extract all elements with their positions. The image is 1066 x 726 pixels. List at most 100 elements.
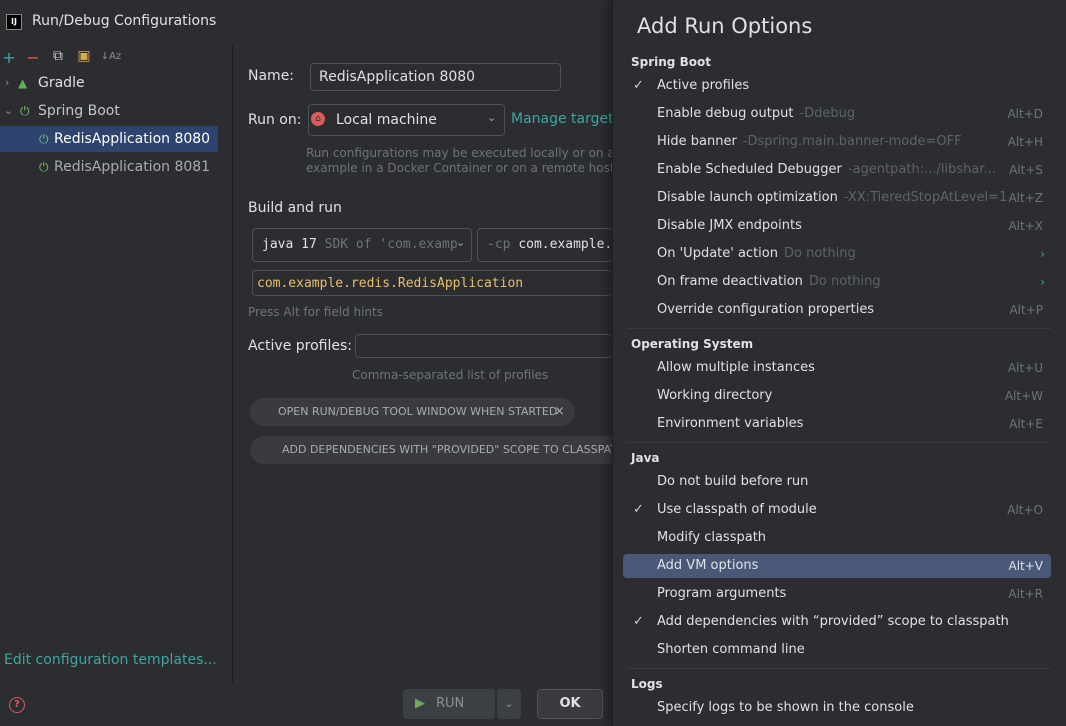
- option-shortcut: Alt+V: [1008, 559, 1043, 573]
- divider: [627, 328, 1051, 329]
- manage-targets-link[interactable]: Manage targets: [511, 111, 621, 127]
- tree-item-spring-boot[interactable]: ⌄ ⏻ Spring Boot: [0, 98, 218, 124]
- name-label: Name:: [248, 68, 295, 84]
- option-enable-scheduled-debugger[interactable]: Enable Scheduled Debugger -agentpath:.../…: [623, 158, 1051, 182]
- chevron-down-icon: ⌄: [456, 236, 466, 249]
- dialog-title-bar: IJ Run/Debug Configurations: [0, 0, 612, 44]
- gradle-elephant-icon: ▲: [18, 76, 28, 90]
- jdk-value: java 17 SDK of 'com.examp: [262, 237, 458, 252]
- chevron-down-icon: ⌄: [4, 104, 14, 117]
- option-label: Disable launch optimization -XX:TieredSto…: [657, 190, 1008, 205]
- active-profiles-hint: Comma-separated list of profiles: [352, 368, 549, 382]
- option-shortcut: Alt+D: [1007, 107, 1043, 121]
- tree-item-redis-8080[interactable]: ⏻ RedisApplication 8080: [0, 126, 218, 152]
- run-button[interactable]: ▶ RUN: [403, 689, 495, 719]
- option-label: Modify classpath: [657, 530, 767, 545]
- edit-configuration-templates-link[interactable]: Edit configuration templates...: [4, 652, 217, 668]
- ok-button[interactable]: OK: [537, 689, 603, 719]
- option-on-update-action[interactable]: On 'Update' action Do nothing ›: [623, 242, 1051, 266]
- checkmark-icon: ✓: [633, 614, 644, 629]
- run-on-hint-line-1: Run configurations may be executed local…: [306, 146, 612, 160]
- option-label: Working directory: [657, 388, 773, 403]
- option-label: Enable debug output -Ddebug: [657, 106, 856, 121]
- option-use-classpath-of-module[interactable]: ✓ Use classpath of module Alt+O: [623, 498, 1051, 522]
- option-override-configuration-properties[interactable]: Override configuration properties Alt+P: [623, 298, 1051, 322]
- option-shortcut: Alt+S: [1009, 163, 1043, 177]
- checkmark-icon: ✓: [633, 502, 644, 517]
- section-logs: Logs: [631, 677, 663, 691]
- divider: [627, 442, 1051, 443]
- classpath-select[interactable]: -cp com.example.: [477, 228, 612, 262]
- popup-title: Add Run Options: [637, 14, 813, 38]
- option-label: Specify logs to be shown in the console: [657, 700, 914, 715]
- option-label: Add dependencies with “provided” scope t…: [657, 614, 1009, 629]
- chip-provided-scope[interactable]: ADD DEPENDENCIES WITH "PROVIDED" SCOPE T…: [250, 436, 612, 464]
- run-on-value: Local machine: [336, 112, 437, 128]
- option-on-frame-deactivation[interactable]: On frame deactivation Do nothing ›: [623, 270, 1051, 294]
- option-label: Program arguments: [657, 586, 787, 601]
- help-icon[interactable]: ?: [9, 697, 25, 713]
- option-modify-classpath[interactable]: Modify classpath: [623, 526, 1051, 550]
- option-program-arguments[interactable]: Program arguments Alt+R: [623, 582, 1051, 606]
- folder-icon[interactable]: ▣: [75, 48, 93, 64]
- option-shortcut: Alt+U: [1007, 361, 1043, 375]
- jdk-select[interactable]: java 17 SDK of 'com.examp ⌄: [252, 228, 472, 262]
- spring-boot-icon: ⏻: [39, 132, 49, 146]
- tree-item-gradle[interactable]: › ▲ Gradle: [0, 70, 218, 96]
- chip-provided-scope-label: ADD DEPENDENCIES WITH "PROVIDED" SCOPE T…: [282, 443, 612, 456]
- option-hide-banner[interactable]: Hide banner -Dspring.main.banner-mode=OFF…: [623, 130, 1051, 154]
- option-label: Add VM options: [657, 558, 759, 573]
- option-allow-multiple-instances[interactable]: Allow multiple instances Alt+U: [623, 356, 1051, 380]
- home-icon: ⌂: [311, 112, 325, 126]
- add-configuration-icon[interactable]: +: [0, 48, 18, 67]
- active-profiles-input[interactable]: [355, 334, 612, 358]
- option-detail: Do nothing: [783, 246, 856, 261]
- option-shorten-command-line[interactable]: Shorten command line: [623, 638, 1051, 662]
- tree-item-redis-8081[interactable]: ⏻ RedisApplication 8081: [0, 154, 218, 180]
- option-add-vm-options[interactable]: Add VM options Alt+V: [623, 554, 1051, 578]
- chevron-right-icon: ›: [1040, 275, 1045, 289]
- run-options-dropdown[interactable]: ⌄: [497, 689, 521, 719]
- option-working-directory[interactable]: Working directory Alt+W: [623, 384, 1051, 408]
- section-spring-boot: Spring Boot: [631, 55, 711, 69]
- option-detail: -Ddebug: [799, 106, 856, 121]
- option-detail: -XX:TieredStopAtLevel=1: [843, 190, 1008, 205]
- chevron-right-icon: ›: [1040, 247, 1045, 261]
- run-on-select[interactable]: ⌂ Local machine ⌄: [308, 104, 505, 136]
- option-detail: Do nothing: [808, 274, 881, 289]
- option-disable-launch-optimization[interactable]: Disable launch optimization -XX:TieredSto…: [623, 186, 1051, 210]
- option-shortcut: Alt+X: [1008, 219, 1043, 233]
- run-on-hint-line-2: example in a Docker Container or on a re…: [306, 161, 612, 175]
- remove-configuration-icon[interactable]: −: [24, 48, 42, 67]
- tree-label-redis-8081: RedisApplication 8081: [54, 159, 211, 175]
- copy-configuration-icon[interactable]: ⧉: [49, 48, 67, 64]
- option-add-dependencies-with-provided-scope-to-classpath[interactable]: ✓ Add dependencies with “provided” scope …: [623, 610, 1051, 634]
- option-label: On frame deactivation Do nothing: [657, 274, 881, 289]
- main-class-input[interactable]: com.example.redis.RedisApplication: [252, 270, 612, 296]
- option-environment-variables[interactable]: Environment variables Alt+E: [623, 412, 1051, 436]
- option-shortcut: Alt+H: [1007, 135, 1043, 149]
- tree-label-gradle: Gradle: [38, 75, 85, 91]
- run-on-label: Run on:: [248, 112, 302, 128]
- chip-open-tool-window[interactable]: OPEN RUN/DEBUG TOOL WINDOW WHEN STARTED …: [250, 398, 575, 426]
- chevron-right-icon: ›: [5, 76, 10, 89]
- checkmark-icon: ✓: [633, 78, 644, 93]
- active-profiles-label: Active profiles:: [248, 338, 352, 354]
- option-disable-jmx-endpoints[interactable]: Disable JMX endpoints Alt+X: [623, 214, 1051, 238]
- sort-icon[interactable]: ↓Az: [100, 51, 122, 62]
- option-label: Active profiles: [657, 78, 750, 93]
- option-label: Disable JMX endpoints: [657, 218, 802, 233]
- option-do-not-build-before-run[interactable]: Do not build before run: [623, 470, 1051, 494]
- section-operating-system: Operating System: [631, 337, 754, 351]
- option-specify-logs-to-be-shown-in-the-console[interactable]: Specify logs to be shown in the console: [623, 696, 1051, 720]
- divider: [627, 668, 1051, 669]
- close-icon[interactable]: ×: [554, 398, 565, 426]
- chevron-down-icon: ⌄: [504, 697, 514, 710]
- option-enable-debug-output[interactable]: Enable debug output -Ddebug Alt+D: [623, 102, 1051, 126]
- option-active-profiles[interactable]: ✓ Active profiles: [623, 74, 1051, 98]
- spring-boot-icon: ⏻: [20, 104, 30, 118]
- option-shortcut: Alt+E: [1009, 417, 1043, 431]
- name-input[interactable]: RedisApplication 8080: [310, 63, 561, 91]
- option-label: Use classpath of module: [657, 502, 817, 517]
- option-label: Shorten command line: [657, 642, 805, 657]
